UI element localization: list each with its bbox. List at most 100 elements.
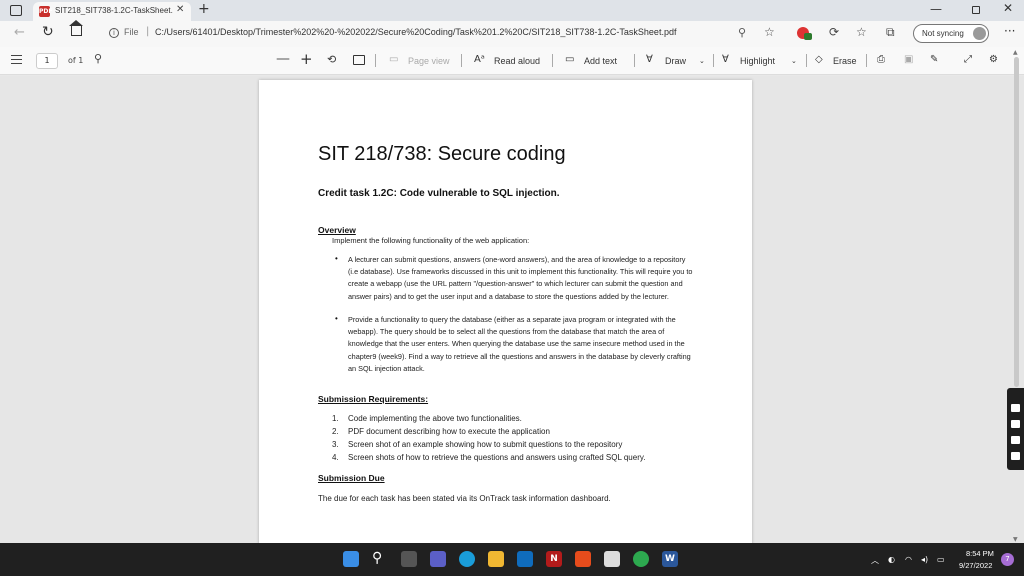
document-subtitle: Credit task 1.2C: Code vulnerable to SQL… [318, 188, 560, 199]
read-aloud-icon[interactable]: Aᵃ [474, 54, 485, 65]
home-icon[interactable] [69, 20, 83, 36]
draw-button[interactable]: Draw [665, 56, 686, 66]
zoom-out-icon[interactable]: — [276, 51, 290, 67]
add-text-button[interactable]: Add text [584, 56, 617, 66]
highlight-button[interactable]: Highlight [740, 56, 775, 66]
page-number-input[interactable]: 1 [36, 53, 58, 69]
minimize-icon[interactable]: — [930, 2, 942, 16]
search-icon[interactable]: ⚲ [94, 52, 102, 65]
add-text-icon[interactable]: ▭ [565, 54, 574, 65]
toolbar-divider [806, 54, 807, 67]
extensions-puzzle-icon[interactable]: ⟳ [829, 25, 839, 39]
edge-browser-icon[interactable] [459, 551, 475, 567]
requirement-item: PDF document describing how to execute t… [348, 427, 550, 436]
add-favorite-icon[interactable]: ☆ [764, 25, 775, 39]
fit-page-icon[interactable] [353, 55, 365, 65]
notification-badge[interactable]: 7 [1001, 553, 1014, 566]
bullet-marker: • [335, 254, 338, 263]
word-icon[interactable]: W [662, 551, 678, 567]
eraser-icon[interactable]: ◇ [815, 54, 823, 65]
scroll-thumb[interactable] [1014, 57, 1019, 387]
overview-heading: Overview [318, 225, 356, 235]
tray-chevron-icon[interactable]: ︿ [871, 555, 879, 566]
tab-pdf[interactable]: PDF SIT218_SIT738-1.2C-TaskSheet.p ✕ [33, 2, 191, 21]
chrome-icon[interactable] [633, 551, 649, 567]
draw-chevron-down-icon[interactable]: ⌄ [699, 57, 705, 65]
tab-actions-icon[interactable] [10, 5, 22, 16]
close-window-icon[interactable]: ✕ [1003, 1, 1013, 15]
pdf-viewer[interactable]: SIT 218/738: Secure coding Credit task 1… [0, 76, 1024, 550]
restore-icon[interactable] [972, 6, 980, 14]
pdf-icon: PDF [39, 6, 53, 17]
table-of-contents-icon[interactable] [11, 55, 22, 64]
address-scheme-label: File [124, 27, 139, 37]
camera-icon[interactable] [1011, 404, 1020, 412]
zoom-in-icon[interactable]: + [300, 50, 313, 68]
scroll-down-arrow[interactable]: ▼ [1013, 536, 1018, 543]
requirement-number: 4. [332, 453, 339, 462]
requirement-item: Code implementing the above two function… [348, 414, 522, 423]
more-icon[interactable] [1011, 393, 1020, 397]
video-icon[interactable] [1011, 420, 1020, 428]
collections-icon[interactable]: ⧉ [886, 25, 895, 40]
rotate-icon[interactable]: ⟲ [327, 53, 336, 66]
task-view-icon[interactable] [401, 551, 417, 567]
toolbar-divider [461, 54, 462, 67]
tray-app-icon[interactable]: ◐ [888, 555, 895, 564]
print-icon[interactable]: ⎙ [877, 54, 885, 65]
settings-icon[interactable] [1011, 452, 1020, 460]
taskbar: ⚲ N W ︿ ◐ ◠ ◂) ▭ 8:54 PM 9/27/2022 7 [0, 543, 1024, 576]
refresh-icon[interactable]: ↻ [42, 24, 54, 40]
volume-icon[interactable]: ◂) [921, 555, 928, 564]
favorites-icon[interactable]: ☆ [856, 25, 867, 39]
tab-close-icon[interactable]: ✕ [176, 4, 184, 15]
toolbar-divider [713, 54, 714, 67]
expand-icon[interactable]: ⤢ [964, 54, 972, 65]
save-icon: ▣ [904, 54, 914, 65]
onenote-icon[interactable]: N [546, 551, 562, 567]
battery-icon[interactable]: ▭ [937, 555, 945, 564]
profile-sync-button[interactable]: Not syncing [913, 24, 989, 43]
info-icon[interactable]: i [109, 28, 119, 38]
navigation-bar: ← ↻ i File | C:/Users/61401/Desktop/Trim… [0, 20, 1024, 47]
zoom-icon[interactable]: ⚲ [738, 26, 746, 39]
erase-button[interactable]: Erase [833, 56, 857, 66]
overview-bullet: A lecturer can submit questions, answers… [348, 255, 693, 301]
floating-side-panel [1007, 388, 1024, 470]
office-icon[interactable] [575, 551, 591, 567]
toolbar-divider [866, 54, 867, 67]
pdf-toolbar: 1 of 1 ⚲ — + ⟲ ▭ Page view Aᵃ Read aloud… [0, 47, 1024, 75]
teams-chat-icon[interactable] [430, 551, 446, 567]
save-as-icon[interactable]: ✎ [930, 54, 938, 65]
clock-time[interactable]: 8:54 PM [966, 549, 994, 558]
search-icon[interactable]: ⚲ [372, 550, 388, 566]
address-separator: | [146, 26, 150, 37]
file-explorer-icon[interactable] [488, 551, 504, 567]
wifi-icon[interactable]: ◠ [905, 555, 912, 564]
highlight-icon[interactable]: ∀ [722, 54, 729, 65]
page-total-label: of 1 [68, 56, 84, 65]
read-aloud-button[interactable]: Read aloud [494, 56, 540, 66]
store-icon[interactable] [604, 551, 620, 567]
overview-bullet: Provide a functionality to query the dat… [348, 315, 691, 373]
clock-date[interactable]: 9/27/2022 [959, 561, 992, 570]
requirement-item: Screen shot of an example showing how to… [348, 440, 623, 449]
highlight-chevron-down-icon[interactable]: ⌄ [791, 57, 797, 65]
bullet-marker: • [335, 314, 338, 323]
address-input[interactable]: C:/Users/61401/Desktop/Trimester%202%20-… [155, 27, 676, 37]
page-view-button: Page view [408, 56, 450, 66]
requirements-heading: Submission Requirements: [318, 394, 429, 404]
requirement-number: 2. [332, 427, 339, 436]
scroll-up-arrow[interactable]: ▲ [1013, 49, 1018, 56]
draw-icon[interactable]: ∀ [646, 54, 653, 65]
back-icon[interactable]: ← [14, 25, 25, 40]
toolbar-divider [634, 54, 635, 67]
start-windows-icon[interactable] [343, 551, 359, 567]
more-options-icon[interactable]: ··· [1004, 24, 1015, 38]
mail-icon[interactable] [517, 551, 533, 567]
vertical-scrollbar[interactable] [1012, 57, 1021, 387]
screen-icon[interactable] [1011, 436, 1020, 444]
settings-gear-icon[interactable]: ⚙ [989, 54, 998, 65]
toolbar-divider [375, 54, 376, 67]
new-tab-icon[interactable]: + [198, 1, 210, 17]
